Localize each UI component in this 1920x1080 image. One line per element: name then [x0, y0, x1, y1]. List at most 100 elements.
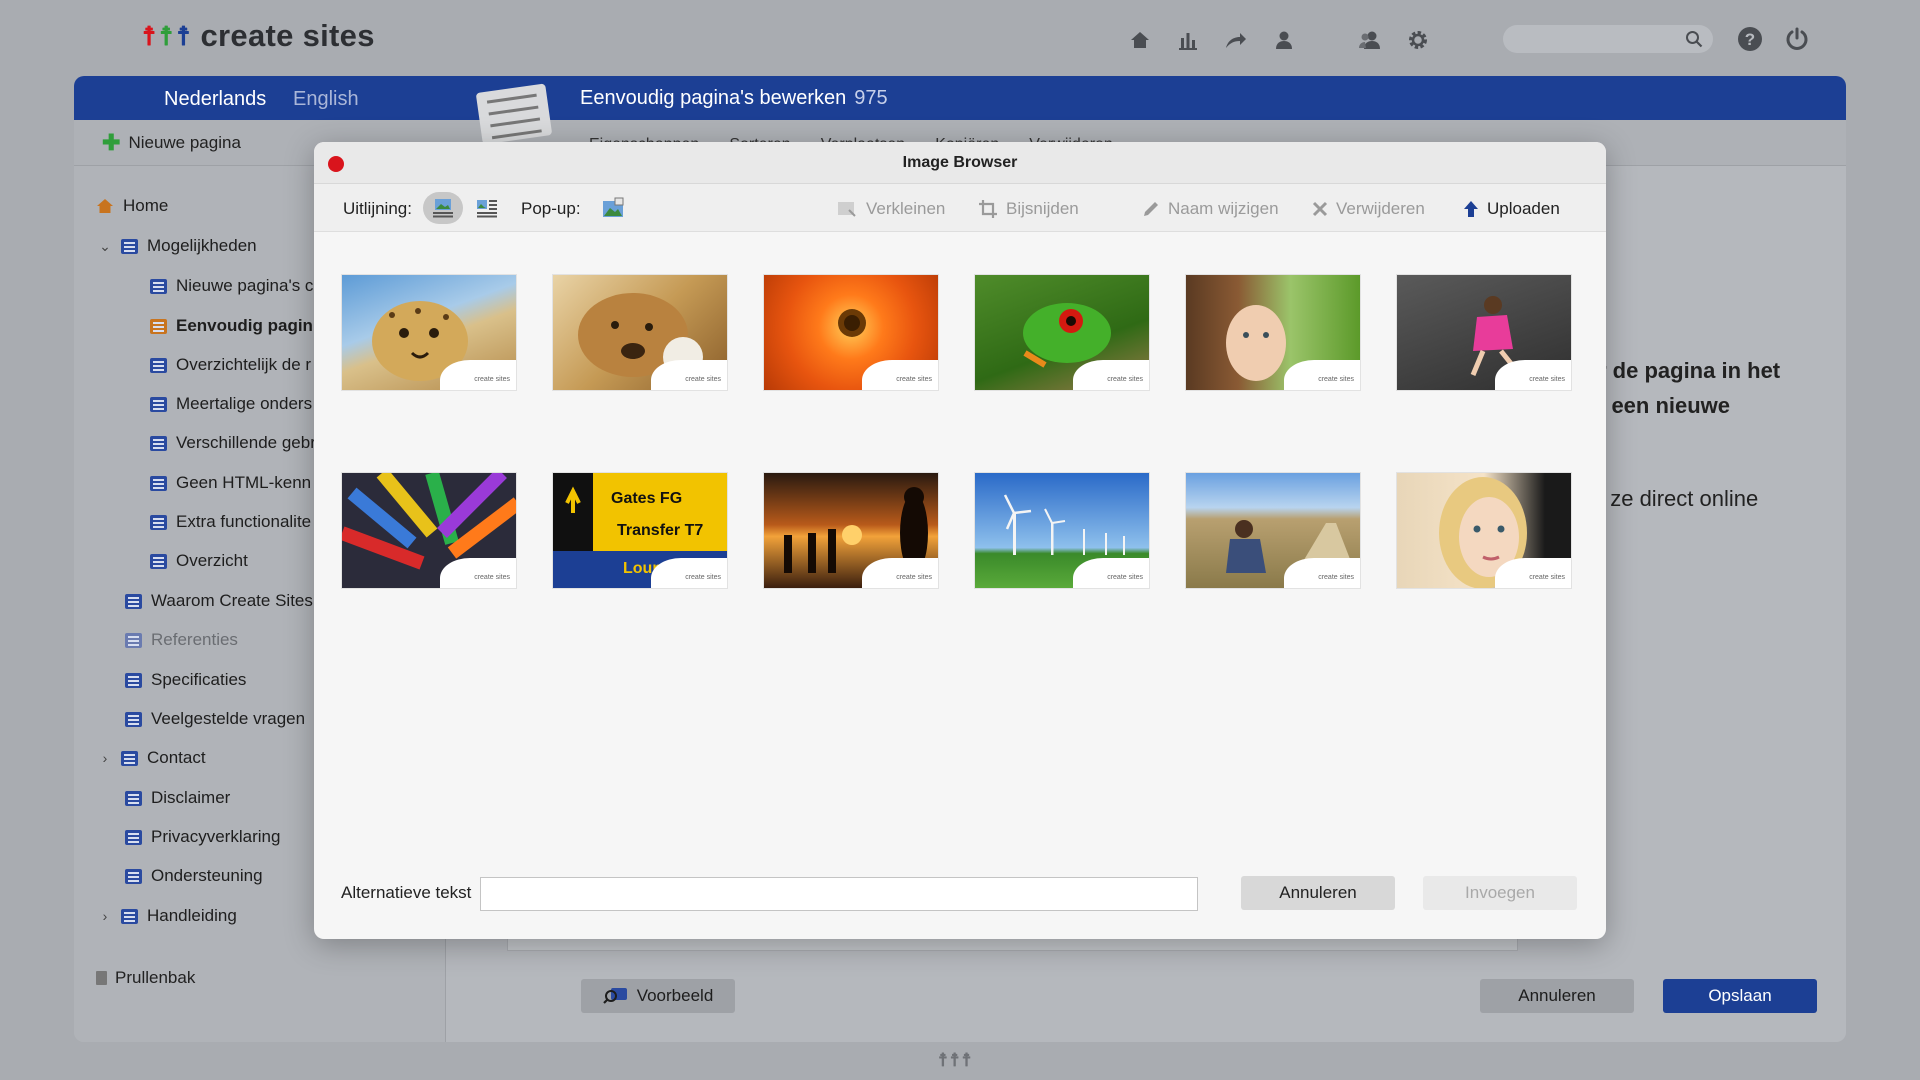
sidebar-item-handleiding[interactable]: › Handleiding [98, 906, 237, 926]
home-icon[interactable] [1124, 24, 1156, 56]
sidebar-item-geen-html[interactable]: Geen HTML-kenn [150, 473, 311, 493]
image-thumbnail-flower[interactable]: create sites [763, 274, 939, 391]
sidebar-item-label: Nieuwe pagina's c [176, 276, 314, 295]
thumbnail-watermark: create sites [651, 360, 727, 390]
content-text-line: t ze direct online [1598, 486, 1759, 511]
user-icon[interactable] [1268, 24, 1300, 56]
sidebar-item-privacy[interactable]: Privacyverklaring [125, 827, 280, 847]
alt-text-label: Alternatieve tekst [341, 883, 472, 902]
align-inline-button[interactable] [423, 192, 463, 224]
chevron-right-icon[interactable]: › [98, 908, 112, 924]
image-thumbnail-pencils[interactable]: create sites [341, 472, 517, 589]
sidebar-item-verschillende[interactable]: Verschillende gebr [150, 433, 316, 453]
search-input[interactable] [1503, 25, 1673, 53]
image-thumbnail-woman[interactable]: create sites [1396, 472, 1572, 589]
sidebar-item-eenvoudig[interactable]: Eenvoudig pagin [150, 316, 313, 336]
image-thumbnail-airport-sign[interactable]: Gates FGTransfer T7Lounge 3 create sites [552, 472, 728, 589]
sidebar-item-label: Ondersteuning [151, 866, 263, 885]
crop-button[interactable]: Bijsnijden [978, 199, 1079, 219]
page-icon [150, 514, 167, 530]
sidebar-item-label: Geen HTML-kenn [176, 473, 312, 492]
align-left-button[interactable] [467, 192, 507, 224]
search-icon[interactable] [1685, 30, 1703, 53]
sidebar-item-specificaties[interactable]: Specificaties [125, 670, 246, 690]
image-thumbnail-sunset[interactable]: create sites [763, 472, 939, 589]
language-tab-en[interactable]: English [293, 88, 359, 111]
sidebar-item-overzicht[interactable]: Overzicht [150, 551, 248, 571]
trash-link[interactable]: Prullenbak [96, 968, 195, 988]
upload-button[interactable]: Uploaden [1463, 199, 1560, 219]
chevron-down-icon[interactable]: ⌄ [98, 238, 112, 255]
page-icon [121, 750, 138, 766]
sidebar-item-nieuwe-paginas[interactable]: Nieuwe pagina's c [150, 276, 313, 296]
sidebar-item-referenties[interactable]: Referenties [125, 630, 238, 650]
sidebar-item-mogelijkheden[interactable]: ⌄ Mogelijkheden [98, 236, 257, 256]
sidebar-item-label: Overzicht [176, 551, 248, 570]
sidebar-item-label: Mogelijkheden [147, 236, 257, 255]
stats-icon[interactable] [1172, 24, 1204, 56]
help-icon[interactable]: ? [1734, 23, 1766, 55]
sidebar-item-label: Referenties [151, 630, 238, 649]
preview-label: Voorbeeld [636, 986, 714, 1005]
preview-button[interactable]: Voorbeeld [581, 979, 735, 1013]
shrink-button[interactable]: Verkleinen [836, 199, 945, 219]
content-text-line: r de pagina in het [1598, 358, 1781, 383]
plus-icon: ✚ [102, 130, 121, 155]
image-thumbnail-wind-turbines[interactable]: create sites [974, 472, 1150, 589]
new-page-button[interactable]: ✚ Nieuwe pagina [102, 130, 241, 155]
popup-image-icon [603, 197, 624, 217]
sidebar-item-label: Home [123, 196, 169, 215]
home-icon [97, 199, 113, 213]
image-thumbnail-cheetah[interactable]: create sites [341, 274, 517, 391]
image-thumbnail-girl-portrait[interactable]: create sites [1185, 274, 1361, 391]
sidebar-item-contact[interactable]: › Contact [98, 748, 206, 768]
share-icon[interactable] [1220, 24, 1252, 56]
brand-name: create sites [200, 18, 375, 53]
top-bar: ☨ ☨ ☨ create sites ? [0, 0, 1920, 76]
page-icon [125, 593, 142, 609]
language-tab-nl[interactable]: Nederlands [164, 88, 266, 111]
cancel-button[interactable]: Annuleren [1480, 979, 1634, 1013]
sidebar-item-meertalig[interactable]: Meertalige onders [150, 394, 312, 414]
sidebar-item-ondersteuning[interactable]: Ondersteuning [125, 866, 263, 886]
page-icon [150, 396, 167, 412]
shrink-label: Verkleinen [866, 199, 946, 218]
alt-text-input[interactable] [480, 877, 1198, 911]
image-thumbnail-girl-running[interactable]: create sites [1396, 274, 1572, 391]
sidebar-item-home[interactable]: Home [96, 196, 168, 216]
settings-icon[interactable] [1402, 24, 1434, 56]
power-icon[interactable] [1781, 23, 1813, 55]
image-thumbnail-frog[interactable]: create sites [974, 274, 1150, 391]
page-icon [121, 238, 138, 254]
users-icon[interactable] [1354, 24, 1386, 56]
dialog-title: Image Browser [902, 154, 1018, 171]
sidebar-item-waarom[interactable]: Waarom Create Sites [125, 591, 313, 611]
thumbnail-watermark: create sites [862, 558, 938, 588]
save-button[interactable]: Opslaan [1663, 979, 1817, 1013]
sidebar-item-overzichtelijk[interactable]: Overzichtelijk de r [150, 355, 311, 375]
rename-button[interactable]: Naam wijzigen [1142, 199, 1279, 219]
dialog-cancel-button[interactable]: Annuleren [1241, 876, 1395, 910]
chevron-right-icon[interactable]: › [98, 750, 112, 766]
logo[interactable]: ☨ ☨ ☨ create sites [142, 18, 375, 54]
thumbnail-watermark: create sites [651, 558, 727, 588]
thumbnail-watermark: create sites [1495, 558, 1571, 588]
popup-label: Pop-up: [521, 199, 581, 218]
dialog-titlebar: Image Browser [314, 142, 1606, 184]
page-icon [125, 868, 142, 884]
page-icon [150, 435, 167, 451]
image-thumbnail-dog[interactable]: create sites [552, 274, 728, 391]
popup-toggle-button[interactable] [593, 192, 633, 224]
delete-image-button[interactable]: Verwijderen [1312, 199, 1425, 219]
trash-icon [96, 971, 107, 985]
rename-label: Naam wijzigen [1168, 199, 1279, 218]
sidebar-item-faq[interactable]: Veelgestelde vragen [125, 709, 305, 729]
alignment-label: Uitlijning: [343, 199, 412, 218]
image-thumbnail-man-sitting[interactable]: create sites [1185, 472, 1361, 589]
sidebar-item-extra[interactable]: Extra functionalite [150, 512, 311, 532]
page-icon [121, 908, 138, 924]
sidebar-item-disclaimer[interactable]: Disclaimer [125, 788, 230, 808]
insert-button[interactable]: Invoegen [1423, 876, 1577, 910]
page-document-icon [475, 83, 553, 145]
sidebar-item-label: Meertalige onders [176, 394, 313, 413]
